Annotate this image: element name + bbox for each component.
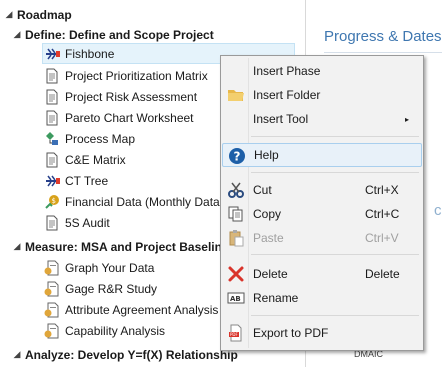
tree-item-label: Pareto Chart Worksheet [65, 110, 194, 125]
tree-item-process-map[interactable]: Process Map [44, 128, 135, 149]
data-document-icon [44, 281, 60, 297]
tree-item-financial-data[interactable]: $ Financial Data (Monthly Data) [44, 191, 224, 212]
document-icon [44, 215, 60, 231]
tree-item-graph-your-data[interactable]: Graph Your Data [44, 257, 154, 278]
tree-item-label: Financial Data (Monthly Data) [65, 194, 224, 209]
pdf-icon: PDF [227, 324, 245, 342]
tree-item-label: Fishbone [65, 46, 115, 61]
menu-item-copy[interactable]: Copy Ctrl+C [222, 202, 422, 226]
data-document-icon [44, 302, 60, 318]
svg-text:?: ? [234, 150, 241, 164]
document-icon [44, 152, 60, 168]
menu-item-shortcut: Ctrl+X [365, 183, 399, 197]
menu-separator [251, 136, 419, 137]
tree-item-capability-analysis[interactable]: Capability Analysis [44, 320, 165, 341]
tree-item-project-prioritization-matrix[interactable]: Project Prioritization Matrix [44, 65, 208, 86]
help-icon: ? [228, 147, 246, 165]
document-icon [44, 68, 60, 84]
tree-node-roadmap[interactable]: ◢ Roadmap [4, 4, 72, 25]
menu-item-label: Insert Folder [253, 88, 321, 102]
tree-item-label: Graph Your Data [65, 260, 155, 275]
paste-icon [227, 229, 245, 247]
menu-item-label: Insert Tool [253, 112, 309, 126]
menu-item-delete[interactable]: Delete Delete [222, 262, 422, 286]
menu-separator [251, 172, 419, 173]
context-menu: Insert Phase Insert Folder Insert Tool ▸… [220, 55, 424, 351]
tree-node-define-phase[interactable]: ◢ Define: Define and Scope Project [12, 24, 214, 45]
menu-separator [251, 315, 419, 316]
svg-text:AB: AB [230, 295, 241, 303]
menu-item-label: Delete [253, 267, 288, 281]
tree-item-label: 5S Audit [65, 215, 110, 230]
expand-arrow-icon[interactable]: ◢ [12, 241, 22, 252]
menu-item-insert-phase[interactable]: Insert Phase [222, 59, 422, 83]
tree-item-attribute-agreement-analysis[interactable]: Attribute Agreement Analysis [44, 299, 218, 320]
document-icon [44, 110, 60, 126]
delete-icon [227, 265, 245, 283]
fishbone-icon [44, 46, 60, 62]
tree-node-label: Define: Define and Scope Project [25, 27, 214, 42]
menu-item-label: Paste [253, 231, 284, 245]
tree-node-measure-phase[interactable]: ◢ Measure: MSA and Project Baseline [12, 236, 229, 257]
menu-item-label: Cut [253, 183, 272, 197]
process-map-icon [44, 131, 60, 147]
tree-item-label: Attribute Agreement Analysis [65, 302, 219, 317]
menu-item-insert-folder[interactable]: Insert Folder [222, 83, 422, 107]
menu-item-shortcut: Delete [365, 267, 400, 281]
heading-divider [324, 52, 442, 53]
scissors-icon [227, 181, 245, 199]
rename-icon: AB [227, 289, 245, 307]
menu-separator [251, 254, 419, 255]
menu-item-export-pdf[interactable]: PDF Export to PDF [222, 321, 422, 345]
menu-item-label: Rename [253, 291, 299, 305]
menu-item-shortcut: Ctrl+V [365, 231, 399, 245]
menu-item-label: Export to PDF [253, 326, 329, 340]
menu-item-shortcut: Ctrl+C [365, 207, 400, 221]
svg-text:PDF: PDF [230, 332, 238, 337]
tree-item-label: Capability Analysis [65, 323, 166, 338]
tree-item-project-risk-assessment[interactable]: Project Risk Assessment [44, 86, 197, 107]
tree-item-gage-rr-study[interactable]: Gage R&R Study [44, 278, 157, 299]
tree-icon [44, 173, 60, 189]
tree-item-label: C&E Matrix [65, 152, 126, 167]
tree-item-label: CT Tree [65, 173, 109, 188]
expand-arrow-icon[interactable]: ◢ [12, 349, 22, 360]
copy-icon [227, 205, 245, 223]
menu-item-label: Copy [253, 207, 282, 221]
document-icon [44, 89, 60, 105]
menu-item-cut[interactable]: Cut Ctrl+X [222, 178, 422, 202]
tree-item-5s-audit[interactable]: 5S Audit [44, 212, 110, 233]
menu-item-label: Insert Phase [253, 64, 321, 78]
menu-item-paste[interactable]: Paste Ctrl+V [222, 226, 422, 250]
tree-item-pareto-chart-worksheet[interactable]: Pareto Chart Worksheet [44, 107, 194, 128]
data-document-icon [44, 323, 60, 339]
submenu-arrow-icon: ▸ [405, 114, 410, 124]
tree-node-label: Measure: MSA and Project Baseline [25, 239, 229, 254]
expand-arrow-icon[interactable]: ◢ [12, 29, 22, 40]
tree-item-label: Gage R&R Study [65, 281, 158, 296]
tree-node-label: Roadmap [17, 7, 72, 22]
folder-icon [227, 86, 245, 104]
tree-node-analyze-phase[interactable]: ◢ Analyze: Develop Y=f(X) Relationship [12, 344, 238, 365]
expand-arrow-icon[interactable]: ◢ [4, 9, 14, 20]
tree-node-label: Analyze: Develop Y=f(X) Relationship [25, 347, 238, 362]
menu-item-help[interactable]: ? Help [222, 143, 422, 167]
tree-item-label: Process Map [65, 131, 136, 146]
progress-dates-heading: Progress & Dates [324, 28, 442, 45]
data-document-icon [44, 260, 60, 276]
tree-item-label: Project Risk Assessment [65, 89, 198, 104]
menu-item-insert-tool[interactable]: Insert Tool ▸ [222, 107, 422, 131]
tree-item-label: Project Prioritization Matrix [65, 68, 208, 83]
financial-icon: $ [44, 194, 60, 210]
tree-item-ct-tree[interactable]: CT Tree [44, 170, 108, 191]
svg-text:$: $ [52, 197, 56, 205]
menu-item-rename[interactable]: AB Rename [222, 286, 422, 310]
menu-item-label: Help [254, 148, 279, 162]
partial-heading: cati [434, 202, 442, 219]
tree-item-ce-matrix[interactable]: C&E Matrix [44, 149, 126, 170]
